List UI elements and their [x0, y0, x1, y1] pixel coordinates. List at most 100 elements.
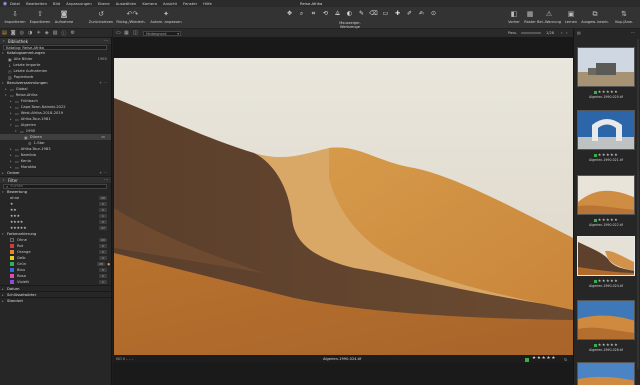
library-header[interactable]: ▾ Bibliothek ··· — [0, 37, 111, 44]
menu-help[interactable]: Hilfe — [203, 1, 212, 6]
compare-view-icon[interactable]: ◫ — [133, 30, 138, 36]
chevron-down-icon: ▾ — [177, 31, 179, 36]
zoom-slider[interactable] — [521, 32, 541, 34]
zoom-tool-icon[interactable]: ⌕ — [297, 10, 306, 18]
output-tab-icon[interactable]: ⚙ — [70, 30, 74, 36]
app-logo-icon[interactable]: ◉ — [0, 1, 10, 7]
add-folder-icon[interactable]: + ··· — [99, 171, 107, 175]
location-header[interactable]: ▸ Standort — [0, 297, 111, 303]
menu-edit[interactable]: Bearbeiten — [26, 1, 47, 6]
learn-button[interactable]: ▣ Lernen — [562, 10, 580, 24]
picker-tool-icon[interactable]: ✐ — [405, 10, 414, 18]
heal-tool-icon[interactable]: ✚ — [393, 10, 402, 18]
collapse-icon: ▾ — [3, 39, 5, 43]
undo-redo-button[interactable]: ↶↷ Rückg./Wiederh. — [115, 10, 147, 24]
rotate-icon[interactable]: ↻ — [564, 357, 567, 362]
brush-tool-icon[interactable]: ✎ — [357, 10, 366, 18]
metadata-tab-icon[interactable]: ⓘ — [61, 30, 66, 37]
next-image-icon[interactable]: › — [566, 30, 568, 35]
more-icon[interactable]: ··· — [104, 38, 108, 43]
expand-icon: ▸ — [10, 153, 12, 157]
single-view-icon[interactable]: ▭ — [116, 30, 121, 36]
tree-label: Reise-Afrika — [15, 93, 38, 97]
thumbnail[interactable] — [577, 175, 635, 215]
filmstrip-browser: ▤ ··· ★★★★★ Algerien-1990-020.tif ★★★★★ … — [573, 29, 640, 385]
thumbnail[interactable] — [577, 47, 635, 87]
tree-label: Dünen — [29, 135, 42, 139]
menu-image[interactable]: Bild — [53, 1, 60, 6]
thumb-rating[interactable]: ★★★★★ — [577, 217, 635, 222]
rotate-tool-icon[interactable]: ⟲ — [321, 10, 330, 18]
more-icon[interactable]: ··· — [631, 30, 635, 35]
thumb-rating[interactable]: ★★★★★ — [577, 89, 635, 94]
zoom-fit-label[interactable]: Pass. — [508, 31, 517, 35]
keystone-tool-icon[interactable]: ⟁ — [333, 10, 342, 18]
export-button[interactable]: ⇧ Exportieren — [28, 10, 52, 24]
smart-album-icon: ⚙ — [28, 140, 32, 146]
menu-camera[interactable]: Kamera — [142, 1, 157, 6]
learn-label: Lernen — [564, 20, 578, 24]
browser-view-icon[interactable]: ▤ — [577, 30, 581, 35]
thumb-rating[interactable]: ★★★★★ — [577, 152, 635, 157]
expand-icon: ▸ — [2, 171, 4, 175]
capture-tab-icon[interactable]: ◙ — [11, 30, 16, 36]
menu-select[interactable]: Auswählen — [116, 1, 137, 6]
lens-tab-icon[interactable]: ◎ — [20, 30, 24, 36]
folder-icon: ▭ — [10, 92, 14, 98]
color-tab-icon[interactable]: ◑ — [28, 30, 32, 36]
copy-apply-button[interactable]: ⇅ Kop./Anw. — [611, 10, 637, 24]
mask-tool-icon[interactable]: ◐ — [345, 10, 354, 18]
add-collection-icon[interactable]: + ··· — [99, 81, 107, 85]
viewer-toolbar: ▭ ▦ ◫ Hintergrund ▾ Pass. 1/28 ‹ › — [113, 29, 573, 37]
menu-window[interactable]: Fenster — [183, 1, 197, 6]
thumbnail[interactable] — [577, 300, 635, 340]
collection-label: Papierkorb — [13, 75, 34, 79]
multi-view-icon[interactable]: ▦ — [124, 30, 129, 36]
rating-label: ★★★ — [10, 214, 20, 218]
eraser-tool-icon[interactable]: ⌫ — [369, 10, 378, 18]
menu-file[interactable]: Datei — [10, 1, 20, 6]
edit-selected-button[interactable]: ⧉ Ausgew. bearb. — [580, 10, 610, 24]
menu-adjustments[interactable]: Anpassungen — [66, 1, 92, 6]
main-image[interactable] — [114, 58, 573, 356]
undo-redo-label: Rückg./Wiederh. — [116, 20, 146, 24]
filmstrip-scrollbar[interactable] — [637, 39, 639, 369]
annotation-tool-icon[interactable]: ✍ — [417, 10, 426, 18]
more-icon[interactable]: ··· — [104, 177, 108, 182]
before-label: Vorher — [508, 20, 520, 24]
menu-view[interactable]: Ansicht — [163, 1, 177, 6]
exposure-warning-button[interactable]: ⚠ Bel.-Warnung — [536, 10, 562, 24]
local-tab-icon[interactable]: ▧ — [53, 30, 58, 36]
colortag-label: Ohne — [17, 238, 27, 242]
color-tag-badge[interactable] — [525, 357, 529, 362]
thumbnail[interactable] — [577, 362, 635, 385]
menu-layer[interactable]: Ebene — [98, 1, 110, 6]
background-select[interactable]: Hintergrund ▾ — [143, 30, 181, 36]
library-tab-icon[interactable]: ▤ — [2, 30, 7, 36]
thumb-rating[interactable]: ★★★★★ — [577, 278, 635, 283]
expand-icon: ▾ — [10, 123, 12, 127]
details-tab-icon[interactable]: ◈ — [45, 30, 49, 36]
thumb-rating[interactable]: ★★★★★ — [577, 342, 635, 347]
wb-picker-icon[interactable]: ⊙ — [429, 10, 438, 18]
tree-label: Global — [15, 87, 28, 91]
reset-button[interactable]: ↺ Zurücksetzen — [88, 10, 114, 24]
pan-tool-icon[interactable]: ✥ — [285, 10, 294, 18]
crop-tool-icon[interactable]: ⌗ — [309, 10, 318, 18]
exposure-warning-icon: ⚠ — [545, 10, 553, 18]
import-button[interactable]: ⇩ Importieren — [4, 10, 26, 24]
thumbnail-selected[interactable] — [577, 236, 635, 276]
colortag-label: Gelb — [17, 256, 26, 260]
filter-header[interactable]: ▾ Filter ··· — [0, 176, 111, 183]
thumbnail[interactable] — [577, 110, 635, 150]
image-rating[interactable]: ★★★★★ — [532, 356, 556, 361]
before-button[interactable]: ◧ Vorher — [505, 10, 523, 24]
exposure-tab-icon[interactable]: ☀ — [36, 30, 40, 36]
capture-button[interactable]: ◙ Aufnahme — [54, 10, 74, 24]
gradient-tool-icon[interactable]: ▭ — [381, 10, 390, 18]
auto-adjust-button[interactable]: ✦ Autom. anpassen — [150, 10, 182, 24]
search-input[interactable] — [10, 184, 101, 188]
tree-label: Frühbach — [20, 99, 38, 103]
prev-image-icon[interactable]: ‹ — [561, 30, 563, 35]
expand-icon: ▾ — [2, 51, 4, 55]
